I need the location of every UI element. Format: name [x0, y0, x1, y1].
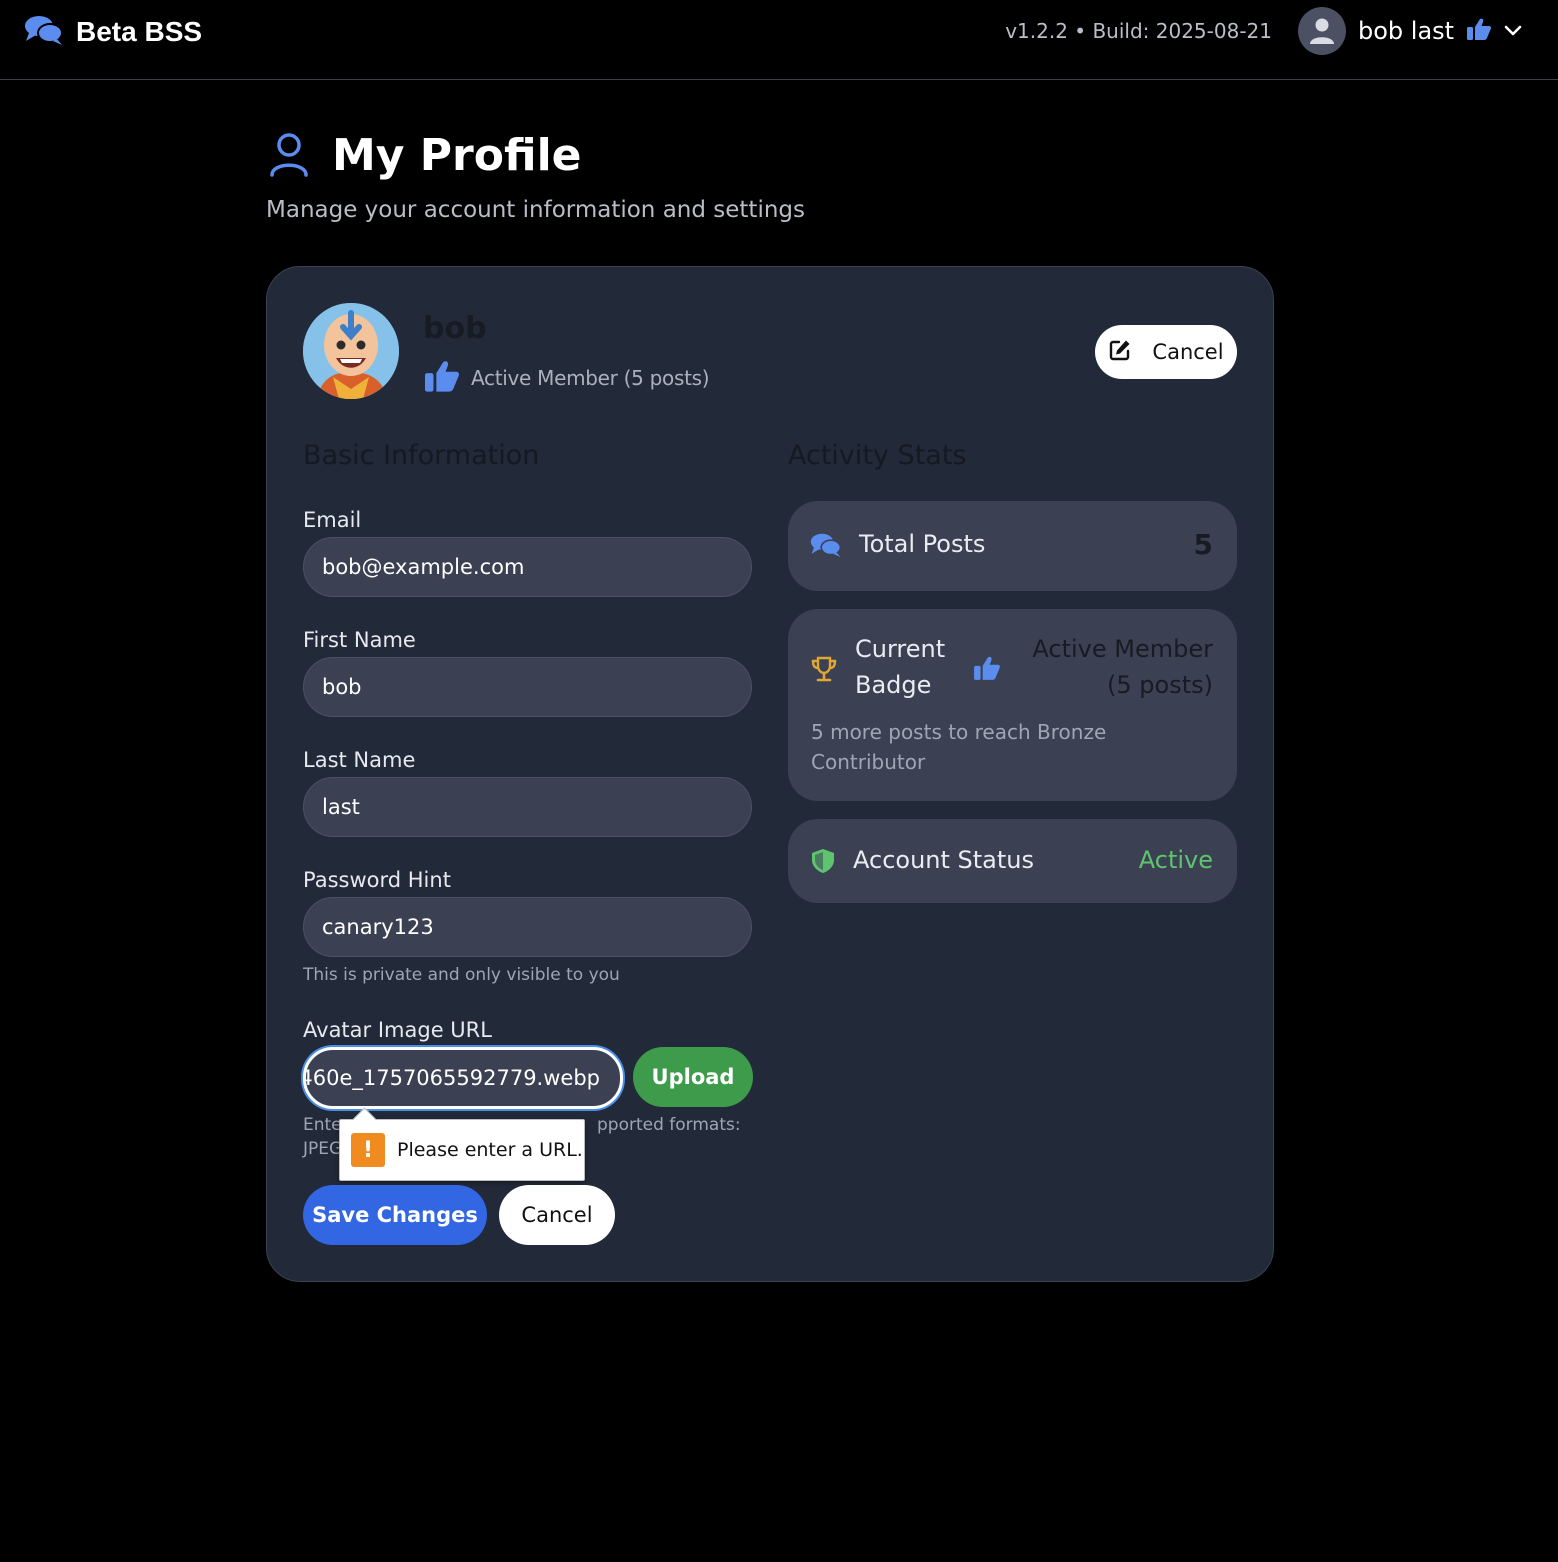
current-badge-value-line1: Active Member — [1032, 635, 1213, 663]
badge-progress-line1: 5 more posts to reach Bronze — [811, 720, 1107, 744]
chat-bubbles-icon — [810, 532, 842, 562]
top-navbar: Beta BSS v1.2.2 • Build: 2025-08-21 bob … — [0, 0, 1558, 80]
current-badge-label-line1: Current — [855, 635, 946, 663]
shield-icon — [810, 848, 836, 878]
password-hint-help: This is private and only visible to you — [303, 965, 620, 985]
warning-icon: ! — [351, 1133, 385, 1167]
badge-progress-line2: Contributor — [811, 750, 926, 774]
validation-message: Please enter a URL. — [397, 1139, 583, 1161]
account-status-label: Account Status — [853, 846, 1035, 874]
thumbs-up-icon — [1466, 17, 1492, 45]
save-changes-button[interactable]: Save Changes — [303, 1185, 487, 1245]
user-silhouette-icon — [1298, 7, 1346, 55]
first-name-label: First Name — [303, 628, 416, 652]
version-info: v1.2.2 • Build: 2025-08-21 — [1005, 19, 1272, 43]
user-outline-icon — [266, 131, 312, 181]
avatar-url-field[interactable]: 9460e_1757065592779.webp — [303, 1047, 623, 1109]
thumbs-up-icon — [973, 655, 1001, 685]
profile-badge: Active Member (5 posts) — [423, 359, 710, 397]
current-badge-label-line2: Badge — [855, 671, 932, 699]
cancel-button[interactable]: Cancel — [499, 1185, 615, 1245]
profile-card: bob Active Member (5 posts) Cancel Basic… — [266, 266, 1274, 1282]
email-field[interactable] — [303, 537, 752, 597]
email-label: Email — [303, 508, 362, 532]
profile-badge-text: Active Member (5 posts) — [471, 366, 710, 390]
total-posts-value: 5 — [1193, 528, 1213, 561]
avatar-help-jpeg: JPEG — [303, 1139, 343, 1159]
trophy-icon — [810, 655, 838, 687]
chevron-down-icon — [1504, 22, 1522, 41]
avatar-url-label: Avatar Image URL — [303, 1018, 492, 1042]
avatar-url-value: 9460e_1757065592779.webp — [303, 1066, 600, 1090]
last-name-label: Last Name — [303, 748, 416, 772]
user-menu-toggle[interactable]: bob last — [1298, 7, 1522, 55]
page-header: My Profile Manage your account informati… — [266, 130, 805, 223]
profile-username: bob — [423, 311, 487, 346]
validation-tooltip: ! Please enter a URL. — [339, 1119, 585, 1181]
edit-toggle-button[interactable]: Cancel — [1095, 325, 1237, 379]
current-badge-value-line2: (5 posts) — [1107, 671, 1213, 699]
last-name-field[interactable] — [303, 777, 752, 837]
basic-info-title: Basic Information — [303, 440, 540, 471]
current-badge-stat: Current Badge Active Member (5 posts) 5 … — [788, 609, 1237, 801]
page-title: My Profile — [332, 130, 582, 181]
brand[interactable]: Beta BSS — [24, 14, 202, 50]
first-name-field[interactable] — [303, 657, 752, 717]
total-posts-label: Total Posts — [859, 530, 986, 558]
avatar-help-formats: pported formats: — [597, 1115, 741, 1135]
edit-icon — [1108, 338, 1132, 367]
profile-avatar — [303, 303, 399, 399]
total-posts-stat: Total Posts 5 — [788, 501, 1237, 591]
avatar-help-start: Ente — [303, 1115, 342, 1135]
chat-bubbles-icon — [24, 14, 64, 50]
password-hint-field[interactable] — [303, 897, 752, 957]
page-subtitle: Manage your account information and sett… — [266, 197, 805, 223]
user-display-name: bob last — [1358, 17, 1455, 45]
password-hint-label: Password Hint — [303, 868, 451, 892]
account-status-stat: Account Status Active — [788, 819, 1237, 903]
edit-toggle-label: Cancel — [1152, 340, 1224, 364]
thumbs-up-icon — [423, 359, 461, 397]
account-status-value: Active — [1138, 846, 1213, 874]
upload-button[interactable]: Upload — [633, 1047, 753, 1107]
brand-name: Beta BSS — [76, 16, 203, 47]
activity-stats-title: Activity Stats — [788, 440, 967, 471]
